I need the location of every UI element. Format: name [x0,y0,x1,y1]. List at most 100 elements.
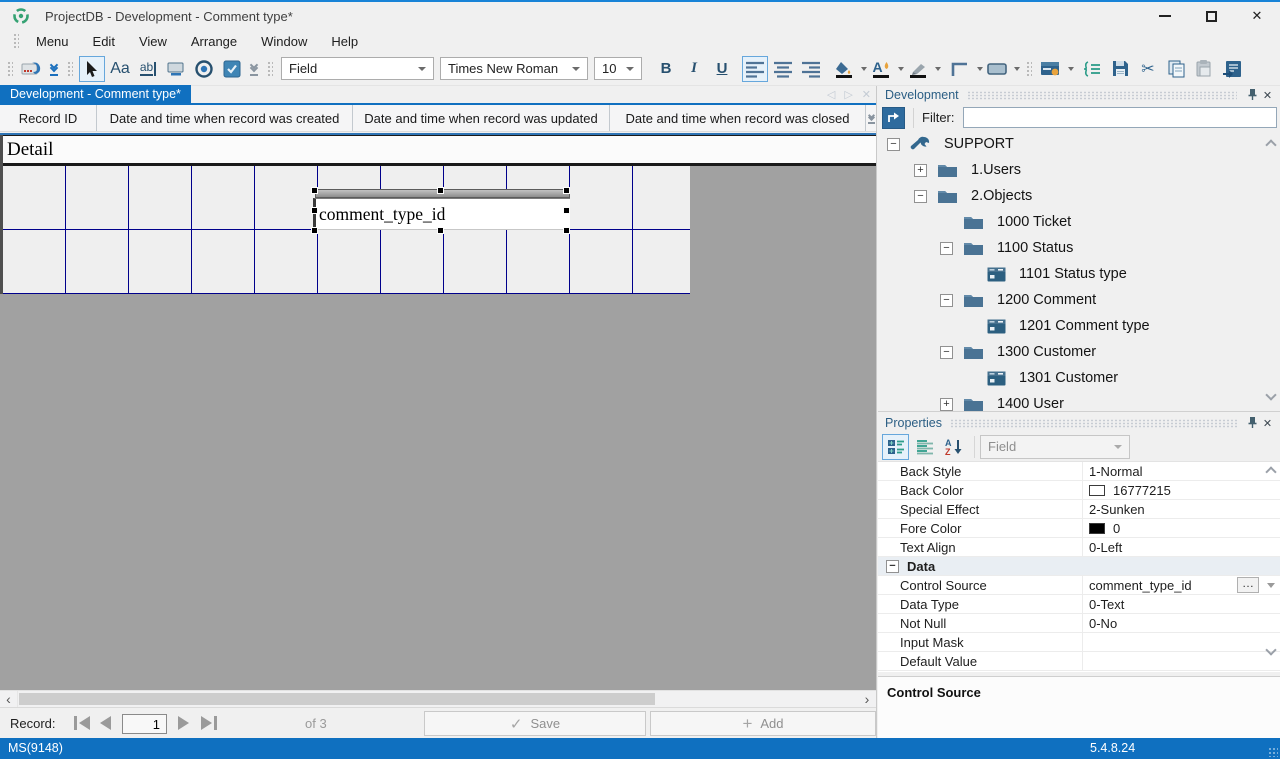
border-style-button[interactable] [947,56,973,82]
resize-grip[interactable] [1268,747,1278,757]
selection-handle[interactable] [563,187,570,194]
menu-item-window[interactable]: Window [249,32,319,51]
expand-icon[interactable]: + [940,398,953,411]
radio-tool-button[interactable] [191,56,217,82]
bold-button[interactable]: B [653,56,679,82]
tree-item-1100-status[interactable]: − 1100 Status [878,235,1280,261]
scrollbar-thumb[interactable] [19,693,655,705]
close-button[interactable]: ✕ [1234,2,1280,30]
property-row[interactable]: Special Effect 2-Sunken [878,500,1280,519]
code-list-button[interactable] [1079,56,1105,82]
horizontal-scrollbar[interactable]: ‹ › [0,690,876,707]
dock-drag-area[interactable] [950,419,1237,428]
collapse-icon[interactable]: − [940,294,953,307]
align-center-button[interactable] [770,56,796,82]
pin-button[interactable] [1245,88,1260,103]
toolbar-overflow-button[interactable] [250,62,258,76]
script-editor-button[interactable] [1219,56,1245,82]
view-list-button[interactable] [911,434,938,460]
minimize-button[interactable] [1142,2,1188,30]
record-last-button[interactable] [201,716,217,730]
selection-handle[interactable] [563,207,570,214]
menu-item-view[interactable]: View [127,32,179,51]
tree-item-1201-comment-type[interactable]: 1201 Comment type [878,313,1280,339]
selection-handle[interactable] [311,187,318,194]
menu-item-arrange[interactable]: Arrange [179,32,249,51]
tab-close-button[interactable]: ✕ [862,88,871,101]
ellipsis-button[interactable]: … [1237,577,1259,593]
save-toolbar-button[interactable] [1107,56,1133,82]
tab-scroll-right-button[interactable]: ▷ [844,88,852,101]
selection-handle[interactable] [563,227,570,234]
property-row[interactable]: Data Type 0-Text [878,595,1280,614]
property-row[interactable]: Text Align 0-Left [878,538,1280,557]
record-number-input[interactable] [122,714,167,734]
chevron-down-icon[interactable] [1068,67,1074,71]
maximize-button[interactable] [1188,2,1234,30]
align-right-button[interactable] [798,56,824,82]
collapse-icon[interactable]: − [886,560,899,573]
property-row[interactable]: Back Style 1-Normal [878,462,1280,481]
field-header-closed[interactable]: Date and time when record was closed [610,105,866,131]
control-type-combo[interactable]: Field [281,57,434,80]
tree-item-1000-ticket[interactable]: 1000 Ticket [878,209,1280,235]
tree-item-1301-customer[interactable]: 1301 Customer [878,365,1280,391]
tab-development-comment-type[interactable]: Development - Comment type* [0,85,191,103]
chevron-down-icon[interactable] [977,67,983,71]
property-row[interactable]: Default Value [878,652,1280,671]
toolbar-overflow-button[interactable] [50,62,58,76]
collapse-icon[interactable]: − [914,190,927,203]
view-categorized-button[interactable] [882,434,909,460]
selection-handle[interactable] [311,227,318,234]
button-tool-button[interactable] [163,56,189,82]
record-next-button[interactable] [178,716,189,730]
property-object-combo[interactable]: Field [980,435,1130,459]
property-row-control-source[interactable]: Control Source comment_type_id … [878,576,1280,595]
menu-item-menu[interactable]: Menu [24,32,81,51]
textbox-tool-button[interactable]: ab [135,56,161,82]
collapse-icon[interactable]: − [887,138,900,151]
tree-item-support[interactable]: − SUPPORT [878,131,1280,157]
toolbar-grip[interactable] [7,61,13,77]
underline-button[interactable]: U [709,56,735,82]
properties-close-button[interactable]: ✕ [1260,417,1275,430]
property-row[interactable]: Back Color 16777215 [878,481,1280,500]
field-header-overflow-button[interactable] [866,105,876,131]
chevron-down-icon[interactable] [1014,67,1020,71]
align-left-button[interactable] [742,56,768,82]
font-family-combo[interactable]: Times New Roman [440,57,588,80]
chevron-down-icon[interactable] [935,67,941,71]
tab-scroll-left-button[interactable]: ◁ [827,88,835,101]
menu-item-edit[interactable]: Edit [81,32,127,51]
record-first-button[interactable] [74,716,90,730]
form-settings-button[interactable] [1038,56,1064,82]
sort-az-button[interactable]: A Z [940,434,967,460]
field-header-created[interactable]: Date and time when record was created [97,105,353,131]
chevron-down-icon[interactable] [1267,583,1275,588]
design-canvas[interactable]: Detail comment_type_id [0,133,876,690]
chevron-down-icon[interactable] [898,67,904,71]
collapse-icon[interactable]: − [940,346,953,359]
save-record-button[interactable]: ✓ Save [424,711,646,736]
font-size-combo[interactable]: 10 [594,57,642,80]
toolbar-grip[interactable] [13,33,19,49]
italic-button[interactable]: I [681,56,707,82]
checkbox-tool-button[interactable] [219,56,245,82]
selected-field-control[interactable]: comment_type_id [313,189,571,233]
field-header-record-id[interactable]: Record ID [0,105,97,131]
menu-item-help[interactable]: Help [319,32,370,51]
property-row[interactable]: Input Mask [878,633,1280,652]
detail-band[interactable]: Detail [0,135,876,166]
chevron-down-icon[interactable] [861,67,867,71]
fill-color-button[interactable] [831,56,857,82]
add-record-button[interactable]: + Add [650,711,876,736]
record-prev-button[interactable] [100,716,111,730]
field-header-updated[interactable]: Date and time when record was updated [353,105,610,131]
font-color-button[interactable]: A [868,56,894,82]
property-row[interactable]: Not Null 0-No [878,614,1280,633]
shape-border-button[interactable] [984,56,1010,82]
filter-input[interactable] [963,107,1278,128]
pin-button[interactable] [1245,416,1260,431]
tree-item-users[interactable]: + 1.Users [878,157,1280,183]
selection-handle[interactable] [311,207,318,214]
